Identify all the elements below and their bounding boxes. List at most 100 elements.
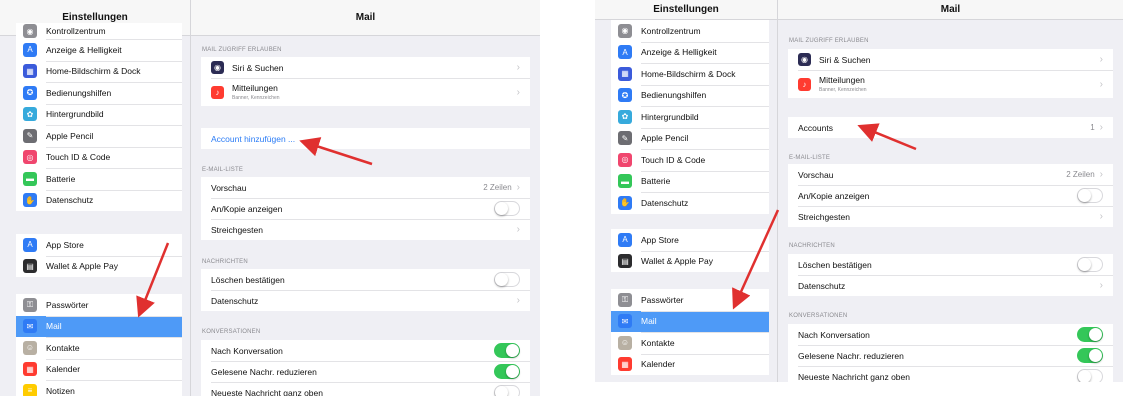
sidebar-item-passwoerter[interactable]: ⚿ Passwörter [611,289,769,311]
section-header-messages: NACHRICHTEN [202,259,248,265]
group-access: ◉ Siri & Suchen › ♪ Mitteilungen Banner, Ken… [788,49,1113,98]
sidebar-item-kontrollzentrum[interactable]: ◉ Kontrollzentrum [611,20,769,42]
sidebar-item-home[interactable]: ▦ Home-Bildschirm & Dock [16,60,182,83]
sidebar-item-mail[interactable]: ✉ Mail [16,315,182,337]
sidebar-item-batterie[interactable]: ▬ Batterie [16,168,182,190]
settings-screenshot-right: Einstellungen ◉ Kontrollzentrum A Anzeige … [595,0,1123,382]
sidebar-item-pencil[interactable]: ✎ Apple Pencil [16,125,182,147]
toggle-collapse-read[interactable] [494,364,520,379]
app-store-icon: A [618,232,632,247]
sidebar-item-bedienungshilfen[interactable]: ✪ Bedienungshilfen [16,82,182,104]
row-preview[interactable]: Vorschau 2 Zeilen › [788,164,1113,185]
sidebar-group-system: ◉ Kontrollzentrum A Anzeige & Helligkeit ▦… [611,20,769,214]
section-header-threads: KONVERSATIONEN [789,313,848,319]
chevron-right-icon: › [1099,211,1103,222]
group-accounts: Accounts 1 › [788,117,1113,138]
group-messages: Löschen bestätigen Datenschutz › [201,269,530,311]
sidebar-item-notizen[interactable]: ≡ Notizen [16,380,182,396]
sidebar-item-kontrollzentrum[interactable]: ◉ Kontrollzentrum [16,23,182,39]
calendar-icon: ▦ [23,362,37,377]
sidebar-item-wallet[interactable]: ▤ Wallet & Apple Pay [16,255,182,278]
row-swipe[interactable]: Streichgesten › [788,206,1113,227]
toggle-confirm-delete[interactable] [1077,257,1103,272]
row-swipe[interactable]: Streichgesten › [201,219,530,240]
sidebar-item-kontakte[interactable]: ☺ Kontakte [611,332,769,354]
row-newest-on-top: Neueste Nachricht ganz oben [788,366,1113,382]
pencil-icon: ✎ [618,131,632,146]
row-siri[interactable]: ◉ Siri & Suchen › [788,49,1113,70]
sidebar-item-home[interactable]: ▦ Home-Bildschirm & Dock [611,63,769,85]
sidebar-item-kalender[interactable]: ▦ Kalender [611,353,769,376]
home-grid-icon: ▦ [618,66,632,81]
row-preview[interactable]: Vorschau 2 Zeilen › [201,177,530,198]
sidebar-item-touchid[interactable]: ◎ Touch ID & Code [16,146,182,169]
accessibility-icon: ✪ [23,85,37,100]
sidebar-item-batterie[interactable]: ▬ Batterie [611,170,769,193]
mail-icon: ✉ [23,319,37,334]
sidebar-item-pencil[interactable]: ✎ Apple Pencil [611,127,769,150]
toggle-collapse-read[interactable] [1077,348,1103,363]
row-show-to-cc: An/Kopie anzeigen [201,198,530,219]
toggle-by-thread[interactable] [1077,327,1103,342]
sidebar-item-bedienungshilfen[interactable]: ✪ Bedienungshilfen [611,84,769,107]
fingerprint-icon: ◎ [618,152,632,167]
siri-icon: ◉ [211,61,224,74]
group-list: Vorschau 2 Zeilen › An/Kopie anzeigen Stre… [788,164,1113,227]
row-newest-on-top: Neueste Nachricht ganz oben [201,382,530,396]
contacts-icon: ☺ [23,340,37,355]
chevron-right-icon: › [1099,54,1103,65]
row-siri[interactable]: ◉ Siri & Suchen › [201,57,530,78]
sidebar-item-datenschutz[interactable]: ✋ Datenschutz [611,192,769,214]
sidebar-item-anzeige[interactable]: A Anzeige & Helligkeit [611,41,769,64]
siri-icon: ◉ [798,53,811,66]
sidebar-item-appstore[interactable]: A App Store [611,229,769,251]
sidebar-item-kalender[interactable]: ▦ Kalender [16,358,182,381]
chevron-right-icon: › [516,86,520,98]
toggle-confirm-delete[interactable] [494,272,520,287]
row-notifications[interactable]: ♪ Mitteilungen Banner, Kennzeichen › [788,70,1113,98]
row-privacy[interactable]: Datenschutz › [201,290,530,311]
row-by-thread: Nach Konversation [788,324,1113,345]
group-threads: Nach Konversation Gelesene Nachr. reduzi… [201,340,530,396]
toggle-newest-on-top[interactable] [494,385,520,396]
key-icon: ⚿ [618,292,632,307]
home-grid-icon: ▦ [23,64,37,79]
accounts-row[interactable]: Accounts 1 › [788,117,1113,138]
wallpaper-icon: ✿ [23,107,37,122]
key-icon: ⚿ [23,297,37,312]
sidebar-item-datenschutz[interactable]: ✋ Datenschutz [16,189,182,212]
toggle-newest-on-top[interactable] [1077,369,1103,382]
chevron-right-icon: › [1099,78,1103,90]
row-by-thread: Nach Konversation [201,340,530,361]
sidebar-group-system: ◉ Kontrollzentrum A Anzeige & Helligkeit ▦… [16,23,182,211]
sidebar-item-anzeige[interactable]: A Anzeige & Helligkeit [16,39,182,61]
toggle-show-to-cc[interactable] [494,201,520,216]
section-header-access: MAIL ZUGRIFF ERLAUBEN [789,38,869,44]
sidebar-item-touchid[interactable]: ◎ Touch ID & Code [611,149,769,171]
chevron-right-icon: › [1099,280,1103,291]
settings-screenshot-left: Einstellungen ◉ Kontrollzentrum A Anzeige … [0,0,540,396]
control-center-icon: ◉ [23,24,37,38]
group-messages: Löschen bestätigen Datenschutz › [788,254,1113,296]
fingerprint-icon: ◎ [23,150,37,165]
mail-icon: ✉ [618,314,632,329]
sidebar-item-hintergrundbild[interactable]: ✿ Hintergrundbild [611,106,769,128]
toggle-show-to-cc[interactable] [1077,188,1103,203]
sidebar-item-passwoerter[interactable]: ⚿ Passwörter [16,294,182,316]
group-list: Vorschau 2 Zeilen › An/Kopie anzeigen Stre… [201,177,530,240]
sidebar-item-wallet[interactable]: ▤ Wallet & Apple Pay [611,250,769,273]
toggle-by-thread[interactable] [494,343,520,358]
row-privacy[interactable]: Datenschutz › [788,275,1113,296]
sidebar-item-appstore[interactable]: A App Store [16,234,182,256]
battery-icon: ▬ [618,174,632,189]
sidebar-item-hintergrundbild[interactable]: ✿ Hintergrundbild [16,103,182,126]
row-notifications[interactable]: ♪ Mitteilungen Banner, Kennzeichen › [201,78,530,106]
add-account-button[interactable]: Account hinzufügen ... [201,128,530,149]
sidebar-item-mail[interactable]: ✉ Mail [611,310,769,332]
display-icon: A [618,45,632,60]
notes-icon: ≡ [23,383,37,396]
sidebar-item-kontakte[interactable]: ☺ Kontakte [16,337,182,359]
chevron-right-icon: › [1099,122,1103,133]
sidebar-group-store: A App Store ▤ Wallet & Apple Pay [611,229,769,272]
page-title: Mail [191,0,540,36]
